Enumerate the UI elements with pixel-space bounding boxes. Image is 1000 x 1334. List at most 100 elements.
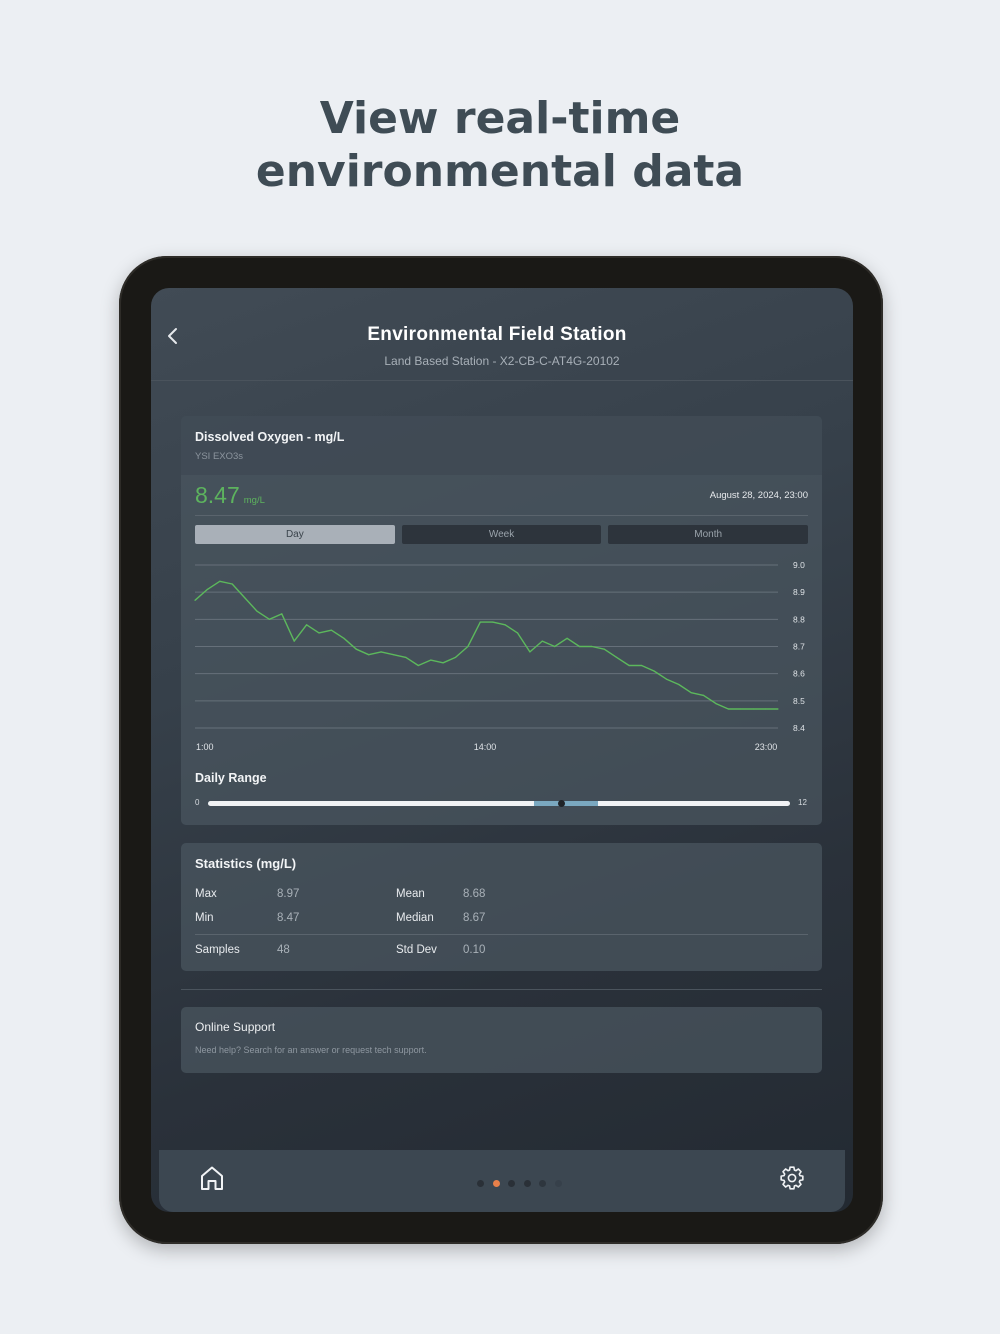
data-point: [603, 648, 605, 650]
dissolved-oxygen-chart: 9.0 8.9 8.8 8.7 8.6 8.5 8.4 1:00 14:00 23:00: [194, 560, 805, 752]
stat-median-label: Median: [396, 912, 434, 924]
support-subtitle: Need help? Search for an answer or reque…: [195, 1045, 427, 1055]
data-point: [566, 637, 568, 639]
page-dot[interactable]: [477, 1180, 484, 1187]
stat-samples-value: 48: [277, 944, 290, 956]
data-point: [268, 618, 270, 620]
gear-outline: [780, 1166, 804, 1190]
series-line-0: [194, 580, 778, 710]
data-point: [492, 621, 494, 623]
data-point: [293, 640, 295, 642]
section-divider: [181, 989, 822, 990]
page-dot[interactable]: [508, 1180, 515, 1187]
page-dot-active[interactable]: [492, 1180, 500, 1187]
bottom-nav-bar: [159, 1150, 845, 1212]
home-icon[interactable]: [198, 1164, 226, 1192]
data-point: [206, 588, 208, 590]
data-point: [368, 654, 370, 656]
x-tick-label: 23:00: [755, 742, 778, 752]
headline-line-1: View real-time: [319, 93, 681, 144]
data-point: [628, 664, 630, 667]
sensor-card[interactable]: Dissolved Oxygen - mg/L YSI EXO3s 8.47 mg…: [181, 416, 822, 825]
stat-min-value: 8.47: [277, 912, 300, 924]
y-tick-label: 8.7: [793, 642, 805, 652]
period-tabs: Day Week Month: [195, 525, 809, 544]
current-reading: 8.47 mg/L: [195, 482, 265, 509]
statistics-card: Statistics (mg/L) Max 8.97 Min 8.47 Mean…: [181, 843, 822, 971]
sensor-card-header: [181, 416, 822, 475]
tab-week[interactable]: Week: [401, 525, 602, 544]
data-point: [516, 632, 519, 634]
headline: View real-time environmental data: [0, 92, 1000, 198]
data-point: [765, 708, 767, 710]
y-tick-label: 8.8: [793, 614, 805, 624]
stat-min-label: Min: [195, 912, 214, 924]
data-point: [380, 651, 382, 653]
data-point: [219, 580, 221, 582]
data-point: [740, 708, 742, 710]
data-point: [306, 624, 308, 626]
daily-range-max: 12: [798, 798, 807, 807]
data-point: [454, 656, 457, 658]
data-point: [690, 692, 692, 694]
sensor-title: Dissolved Oxygen - mg/L: [195, 430, 345, 444]
data-point: [430, 659, 432, 661]
header-divider: [151, 380, 853, 381]
support-title: Online Support: [195, 1020, 276, 1034]
data-point: [653, 670, 655, 672]
tab-month[interactable]: Month: [608, 525, 809, 544]
daily-range-slider[interactable]: [208, 800, 790, 807]
page-dot[interactable]: [554, 1180, 562, 1187]
statistics-divider: [195, 934, 808, 935]
stat-stddev-label: Std Dev: [396, 944, 437, 956]
data-point: [405, 656, 407, 658]
data-point: [703, 694, 705, 696]
sensor-model: YSI EXO3s: [195, 451, 244, 462]
reading-value: 8.47: [195, 482, 240, 508]
data-point: [641, 664, 643, 667]
page-dot[interactable]: [539, 1180, 546, 1187]
daily-range-min: 0: [195, 798, 200, 807]
gear-icon[interactable]: [778, 1164, 806, 1192]
data-point: [467, 645, 469, 648]
stat-mean-label: Mean: [396, 888, 425, 900]
data-point: [578, 645, 581, 648]
stat-samples-label: Samples: [195, 944, 240, 956]
data-point: [479, 621, 481, 623]
data-point: [244, 597, 246, 599]
y-tick-label: 8.5: [793, 696, 805, 706]
reading-divider: [195, 515, 808, 516]
data-point: [727, 708, 730, 710]
stat-max-label: Max: [195, 888, 217, 900]
x-tick-label: 14:00: [474, 742, 497, 752]
data-point: [442, 662, 444, 664]
x-tick-label: 1:00: [196, 742, 214, 752]
data-point: [392, 654, 395, 656]
y-tick-label: 8.6: [793, 669, 805, 679]
y-tick-label: 8.9: [793, 587, 805, 597]
reading-timestamp: August 28, 2024, 23:00: [709, 490, 808, 501]
page-dot[interactable]: [523, 1180, 531, 1187]
data-point: [591, 645, 593, 648]
reading-unit: mg/L: [243, 495, 265, 506]
daily-range-highlight: [533, 801, 598, 806]
data-point: [256, 610, 258, 612]
statistics-title: Statistics (mg/L): [195, 856, 297, 871]
stat-max-value: 8.97: [277, 888, 300, 900]
stat-stddev-value: 0.10: [463, 944, 486, 956]
online-support-card[interactable]: Online Support Need help? Search for an …: [181, 1007, 822, 1073]
tab-day[interactable]: Day: [195, 525, 395, 544]
data-point: [281, 613, 283, 615]
stat-median-value: 8.67: [463, 912, 486, 924]
data-point: [616, 656, 618, 658]
data-point: [194, 599, 196, 601]
y-tick-label: 8.4: [793, 723, 805, 733]
page-indicator: [477, 1180, 567, 1188]
data-point: [777, 708, 779, 710]
data-point: [343, 637, 345, 639]
station-title: Environmental Field Station: [367, 324, 627, 345]
station-subtitle: Land Based Station - X2-CB-C-AT4G-20102: [384, 354, 620, 368]
app-screen: Environmental Field Station Land Based S…: [151, 288, 853, 1212]
data-point: [554, 645, 556, 648]
data-point: [330, 629, 332, 631]
